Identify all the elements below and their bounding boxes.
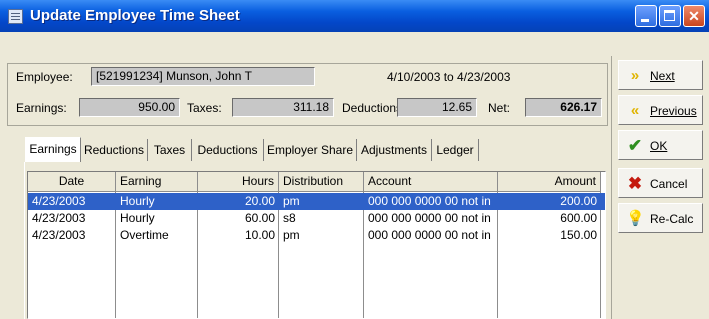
grid-header: Date Earning Hours Distribution Account … (28, 172, 605, 192)
cancel-button[interactable]: ✖ Cancel (618, 168, 703, 198)
title-bar[interactable]: Update Employee Time Sheet ✕ (0, 0, 709, 32)
column-header-hours[interactable]: Hours (198, 172, 279, 192)
deductions-field[interactable]: 12.65 (397, 98, 477, 117)
recalc-button[interactable]: 💡 Re-Calc (618, 203, 703, 233)
tab-taxes[interactable]: Taxes (148, 139, 192, 161)
taxes-label: Taxes: (187, 101, 222, 115)
tab-adjustments[interactable]: Adjustments (357, 139, 432, 161)
cell-hours: 60.00 (244, 211, 275, 225)
column-header-distribution[interactable]: Distribution (279, 172, 364, 192)
ok-button[interactable]: ✔ OK (618, 130, 703, 160)
close-button[interactable]: ✕ (683, 5, 705, 27)
table-row[interactable]: 4/23/2003 Overtime 10.00 pm 000 000 0000… (28, 227, 605, 244)
recalc-button-label: Re-Calc (650, 212, 694, 226)
window-title: Update Employee Time Sheet (30, 7, 240, 24)
cell-date: 4/23/2003 (32, 211, 86, 225)
deductions-label: Deductions: (342, 101, 406, 115)
timesheet-app-icon (8, 9, 23, 24)
earnings-label: Earnings: (16, 101, 67, 115)
cell-earning: Overtime (120, 228, 169, 242)
cell-earning: Hourly (120, 211, 155, 225)
earnings-field[interactable]: 950.00 (79, 98, 180, 117)
tab-reductions[interactable]: Reductions (81, 139, 148, 161)
column-header-amount[interactable]: Amount (498, 172, 601, 192)
net-field[interactable]: 626.17 (525, 98, 602, 117)
earnings-grid: Date Earning Hours Distribution Account … (27, 171, 606, 319)
next-button[interactable]: » Next (618, 60, 703, 90)
lightbulb-icon: 💡 (626, 210, 645, 227)
double-chevron-left-icon: « (630, 102, 640, 119)
cell-distribution: pm (283, 228, 300, 242)
time-sheet-window: Update Employee Time Sheet ✕ Employee: [… (0, 0, 709, 319)
cell-account: 000 000 0000 00 not in (368, 211, 491, 225)
cell-amount: 200.00 (560, 194, 597, 208)
checkmark-icon: ✔ (627, 136, 643, 155)
cell-account: 000 000 0000 00 not in (368, 228, 491, 242)
button-column-divider (611, 56, 612, 319)
table-row[interactable]: 4/23/2003 Hourly 60.00 s8 000 000 0000 0… (28, 210, 605, 227)
cell-hours: 20.00 (244, 194, 275, 208)
cell-distribution: pm (283, 194, 300, 208)
cell-account: 000 000 0000 00 not in (368, 194, 491, 208)
employee-label: Employee: (16, 70, 73, 84)
taxes-field[interactable]: 311.18 (232, 98, 334, 117)
cancel-button-label: Cancel (650, 177, 688, 191)
maximize-button[interactable] (659, 5, 681, 27)
tab-ledger[interactable]: Ledger (432, 139, 479, 161)
next-button-label: Next (650, 69, 675, 83)
date-range: 4/10/2003 to 4/23/2003 (387, 70, 511, 84)
cell-amount: 600.00 (560, 211, 597, 225)
cell-date: 4/23/2003 (32, 194, 86, 208)
minimize-button[interactable] (635, 5, 657, 27)
x-icon: ✖ (627, 174, 643, 193)
cell-date: 4/23/2003 (32, 228, 86, 242)
net-label: Net: (488, 101, 511, 115)
double-chevron-right-icon: » (630, 67, 640, 84)
cell-hours: 10.00 (244, 228, 275, 242)
cell-amount: 150.00 (560, 228, 597, 242)
tab-earnings[interactable]: Earnings (25, 137, 81, 162)
cell-earning: Hourly (120, 194, 155, 208)
cell-distribution: s8 (283, 211, 296, 225)
column-header-date[interactable]: Date (28, 172, 116, 192)
ok-button-label: OK (650, 139, 668, 153)
tab-deductions[interactable]: Deductions (192, 139, 264, 161)
previous-button[interactable]: « Previous (618, 95, 703, 125)
tab-employer-share[interactable]: Employer Share (264, 139, 357, 161)
column-header-earning[interactable]: Earning (116, 172, 198, 192)
employee-field[interactable]: [521991234] Munson, John T (91, 67, 315, 86)
previous-button-label: Previous (650, 104, 697, 118)
close-icon: ✕ (688, 8, 700, 24)
column-header-account[interactable]: Account (364, 172, 498, 192)
table-row[interactable]: 4/23/2003 Hourly 20.00 pm 000 000 0000 0… (28, 193, 605, 210)
